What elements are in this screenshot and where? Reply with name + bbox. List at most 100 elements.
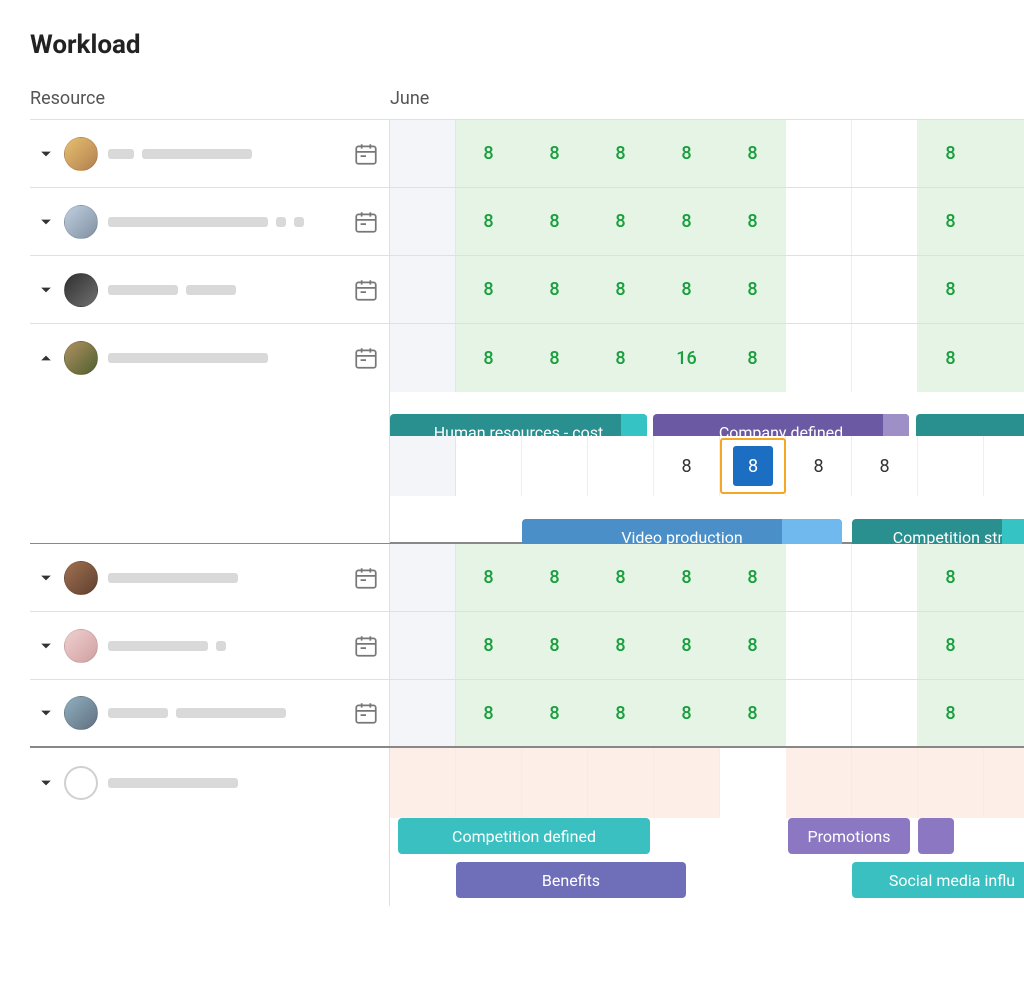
task-bar-benefits[interactable]: Benefits [456,862,686,898]
resource-name-placeholder [108,641,353,651]
expand-toggle[interactable] [34,142,58,166]
hours-cell: 8 [588,612,654,679]
hours-cell: 8 [786,436,852,496]
hours-cell: 8 [720,680,786,746]
hours-cell: 8 [918,544,984,611]
resource-row-expanded: 8 8 8 16 8 8 [30,324,1024,392]
hours-cell: 16 [654,324,720,392]
hours-cell: 8 [654,436,720,496]
page-title: Workload [30,30,1024,60]
hours-cell: 8 [456,680,522,746]
hours-cell: 8 [522,188,588,255]
task-bar-social-media[interactable]: Social media influ [852,862,1024,898]
hours-cell: 8 [654,544,720,611]
calendar-icon[interactable] [353,633,379,659]
expand-toggle[interactable] [34,771,58,795]
task-bar-promotions[interactable]: Promotions [788,818,910,854]
hours-cell: 8 [522,324,588,392]
task-bar-competition-defined[interactable]: Competition defined [398,818,650,854]
resource-name-placeholder [108,353,353,363]
hours-cell: 8 [918,612,984,679]
hours-cell: 8 [456,324,522,392]
hours-cell: 8 [588,188,654,255]
avatar [64,696,98,730]
expand-toggle[interactable] [34,278,58,302]
resource-name-placeholder [108,149,353,159]
hours-cell: 8 [654,188,720,255]
task-lane: Video production Competition stre [30,496,1024,544]
calendar-icon[interactable] [353,565,379,591]
avatar [64,629,98,663]
hours-cell: 8 [522,544,588,611]
hours-cell: 8 [918,680,984,746]
hours-cell: 8 [456,612,522,679]
resource-name-placeholder [108,217,353,227]
resource-name-placeholder [108,778,379,788]
hours-cell: 8 [918,256,984,323]
avatar [64,205,98,239]
resource-row: 8 8 8 8 8 8 [30,120,1024,188]
calendar-icon[interactable] [353,277,379,303]
calendar-icon[interactable] [353,345,379,371]
timeline: 8 8 8 8 8 8 [390,120,1024,187]
hours-cell: 8 [588,544,654,611]
hours-cell: 8 [720,188,786,255]
hours-cell: 8 [456,188,522,255]
resource-row-unassigned [30,748,1024,818]
resource-name-placeholder [108,708,353,718]
expand-toggle[interactable] [34,566,58,590]
hours-cell: 8 [918,120,984,187]
expand-toggle[interactable] [34,701,58,725]
expand-toggle[interactable] [34,634,58,658]
task-label: Competition defined [452,827,596,846]
resource-row: 8 8 8 8 8 8 [30,188,1024,256]
task-label: Benefits [542,871,600,890]
hours-cell: 8 [720,324,786,392]
hours-cell: 8 [588,256,654,323]
column-headers: Resource June [30,88,1024,119]
expand-toggle[interactable] [34,210,58,234]
resource-name-placeholder [108,285,353,295]
avatar [64,137,98,171]
hours-cell: 8 [720,544,786,611]
resource-row: 8 8 8 8 8 8 [30,680,1024,748]
resource-row: 8 8 8 8 8 8 [30,256,1024,324]
hours-cell: 8 [522,680,588,746]
resource-row: 8 8 8 8 8 8 [30,612,1024,680]
hours-cell: 8 [654,120,720,187]
resource-name-placeholder [108,573,353,583]
hours-cell: 8 [654,680,720,746]
hours-cell: 8 [456,120,522,187]
hours-cell: 8 [918,188,984,255]
hours-cell: 8 [456,256,522,323]
task-bar-small[interactable] [918,818,954,854]
hours-cell: 8 [654,612,720,679]
calendar-icon[interactable] [353,700,379,726]
collapse-toggle[interactable] [34,346,58,370]
calendar-icon[interactable] [353,209,379,235]
task-lane: Competition defined Promotions [30,818,1024,862]
hours-cell: 8 [588,680,654,746]
task-lane: Human resources - cost Company defined [30,392,1024,436]
task-hours-row: 8 8 8 8 [30,436,1024,496]
hours-cell: 8 [720,256,786,323]
hours-cell: 8 [588,324,654,392]
hours-cell: 8 [456,544,522,611]
task-lane: Benefits Social media influ [30,862,1024,906]
task-label: Social media influ [889,871,1015,890]
avatar-empty [64,766,98,800]
hours-cell: 8 [918,324,984,392]
hours-cell: 8 [522,120,588,187]
header-month: June [390,88,429,109]
hours-cell: 8 [852,436,918,496]
selected-hours-chip[interactable]: 8 [733,446,773,486]
avatar [64,273,98,307]
avatar [64,561,98,595]
avatar [64,341,98,375]
hours-cell: 8 [522,612,588,679]
hours-cell: 8 [588,120,654,187]
calendar-icon[interactable] [353,141,379,167]
hours-cell: 8 [720,612,786,679]
hours-cell: 8 [654,256,720,323]
task-label: Promotions [808,827,891,846]
